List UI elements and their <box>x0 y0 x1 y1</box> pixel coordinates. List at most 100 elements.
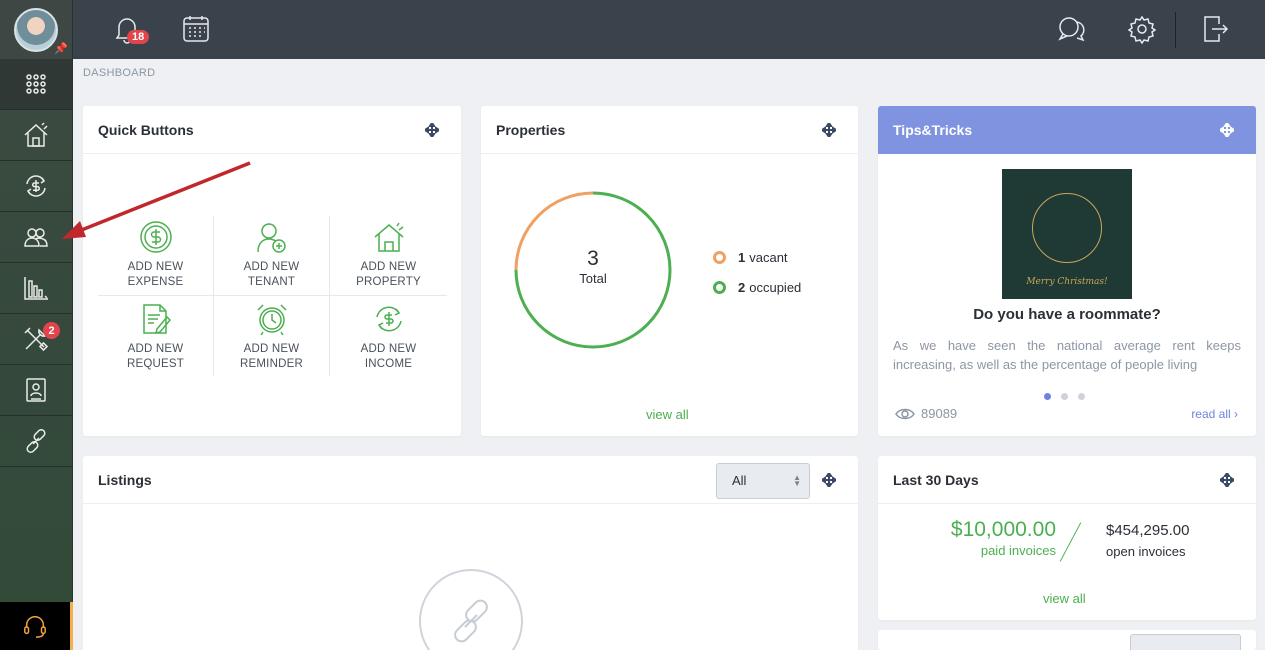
sidebar-item-properties[interactable] <box>0 110 72 161</box>
listings-filter-select[interactable]: All ▲ ▼ <box>716 463 810 499</box>
topbar-divider <box>1175 12 1176 48</box>
total-label: Total <box>579 271 607 286</box>
move-icon[interactable] <box>1218 121 1236 139</box>
views-count: 89089 <box>921 406 958 421</box>
move-icon[interactable] <box>820 121 838 139</box>
divider-slash <box>1059 522 1082 562</box>
open-invoices[interactable]: $454,295.00 open invoices <box>1106 522 1189 559</box>
listings-card: Listings All ▲ ▼ <box>83 456 858 650</box>
move-icon[interactable] <box>423 121 441 139</box>
document-edit-icon <box>142 304 171 335</box>
dollar-refresh-icon <box>26 175 46 197</box>
donut-center: 3 Total <box>513 247 673 286</box>
tip-image[interactable]: Merry Christmas! <box>1002 169 1132 299</box>
tips-card: Tips&Tricks Merry Christmas! Do you have… <box>878 106 1256 436</box>
support-button[interactable] <box>0 602 73 650</box>
add-property-button[interactable]: ADD NEW PROPERTY <box>330 216 447 296</box>
add-reminder-button[interactable]: ADD NEW REMINDER <box>214 296 330 376</box>
carousel-dot-1[interactable] <box>1044 393 1051 400</box>
empty-listings-link-icon <box>419 569 523 650</box>
grid-dots-icon <box>26 74 46 94</box>
sidebar-item-apps[interactable] <box>0 59 72 110</box>
sidebar: 📌 2 <box>0 0 73 650</box>
tip-image-caption: Merry Christmas! <box>1026 277 1108 287</box>
ornament-icon <box>1032 193 1102 263</box>
tips-header: Tips&Tricks <box>878 106 1256 154</box>
headset-icon <box>24 616 46 638</box>
select-caret-icon: ▲ ▼ <box>793 473 801 488</box>
next-card-select[interactable] <box>1130 634 1241 650</box>
card-title: Listings <box>98 471 152 488</box>
paid-label: paid invoices <box>980 543 1056 558</box>
tip-text: As we have seen the national average ren… <box>893 338 1241 372</box>
logout-icon <box>1204 16 1229 42</box>
carousel-dot-3[interactable] <box>1078 393 1085 400</box>
qb-label-line1: ADD NEW <box>360 343 417 355</box>
last-30-days-card: Last 30 Days $10,000.00 paid invoices $4… <box>878 456 1256 620</box>
qb-label-line1: ADD NEW <box>243 261 300 273</box>
add-request-button[interactable]: ADD NEW REQUEST <box>98 296 214 376</box>
logout-button[interactable] <box>1201 14 1229 49</box>
sidebar-item-documents[interactable] <box>0 365 72 416</box>
carousel-dots <box>1044 393 1085 400</box>
properties-donut-chart: 3 Total <box>513 190 673 350</box>
contact-document-icon <box>26 378 46 402</box>
paid-amount: $10,000.00 <box>950 518 1056 541</box>
last-30-days-view-all-link[interactable]: view all <box>1043 591 1086 606</box>
card-title: Properties <box>496 121 566 138</box>
chat-button[interactable] <box>1057 14 1085 49</box>
legend-occupied[interactable]: 2 occupied <box>713 280 801 295</box>
settings-button[interactable] <box>1127 14 1157 49</box>
qb-label-line1: ADD NEW <box>360 261 417 273</box>
card-title: Last 30 Days <box>893 471 979 488</box>
read-all-link[interactable]: read all › <box>1191 407 1238 421</box>
sidebar-item-reports[interactable] <box>0 263 72 314</box>
occupied-dot-icon <box>713 281 726 294</box>
paid-invoices[interactable]: $10,000.00 paid invoices <box>878 518 1056 558</box>
link-icon <box>26 428 46 454</box>
add-income-button[interactable]: ADD NEW INCOME <box>330 296 447 376</box>
last-30-days-header: Last 30 Days <box>878 456 1256 504</box>
profile-area: 📌 <box>0 0 72 59</box>
alarm-clock-icon <box>256 304 287 336</box>
qb-label-line2: EXPENSE <box>127 276 184 288</box>
vacant-label: vacant <box>749 250 788 265</box>
open-amount: $454,295.00 <box>1106 522 1190 539</box>
sidebar-item-links[interactable] <box>0 416 72 467</box>
qb-label-line1: ADD NEW <box>127 261 184 273</box>
properties-legend: 1 vacant 2 occupied <box>713 250 801 310</box>
properties-card: Properties 3 Total 1 vacant 2 occupied v… <box>481 106 858 436</box>
legend-vacant[interactable]: 1 vacant <box>713 250 801 265</box>
house-icon <box>374 222 403 252</box>
qb-label-line2: TENANT <box>247 276 296 288</box>
breadcrumb[interactable]: DASHBOARD <box>83 67 155 79</box>
total-count: 3 <box>587 247 599 270</box>
gear-icon <box>1127 15 1157 45</box>
move-icon[interactable] <box>1218 471 1236 489</box>
properties-header: Properties <box>481 106 858 154</box>
tip-headline[interactable]: Do you have a roommate? <box>878 306 1256 323</box>
card-title: Quick Buttons <box>98 121 194 138</box>
vacant-dot-icon <box>713 251 726 264</box>
annotation-arrow <box>62 161 251 239</box>
calendar-button[interactable] <box>182 14 210 49</box>
quick-buttons-header: Quick Buttons <box>83 106 461 154</box>
properties-view-all-link[interactable]: view all <box>646 407 689 422</box>
house-icon <box>24 122 48 147</box>
qb-label-line2: INCOME <box>364 358 413 370</box>
open-label: open invoices <box>1106 544 1186 559</box>
bar-chart-icon <box>24 277 48 300</box>
card-title: Tips&Tricks <box>893 122 973 138</box>
listings-header: Listings All ▲ ▼ <box>83 456 858 504</box>
calendar-icon <box>183 16 209 42</box>
move-icon[interactable] <box>820 471 838 489</box>
avatar[interactable] <box>14 7 58 52</box>
notifications-badge: 18 <box>127 30 150 44</box>
carousel-dot-2[interactable] <box>1061 393 1068 400</box>
notifications-button[interactable]: 18 <box>113 14 150 49</box>
vacant-count: 1 <box>738 250 746 265</box>
chat-bubbles-icon <box>1058 17 1085 42</box>
sidebar-item-maintenance[interactable]: 2 <box>0 314 72 365</box>
top-bar: 18 <box>73 0 1265 59</box>
pin-icon[interactable]: 📌 <box>54 42 68 55</box>
